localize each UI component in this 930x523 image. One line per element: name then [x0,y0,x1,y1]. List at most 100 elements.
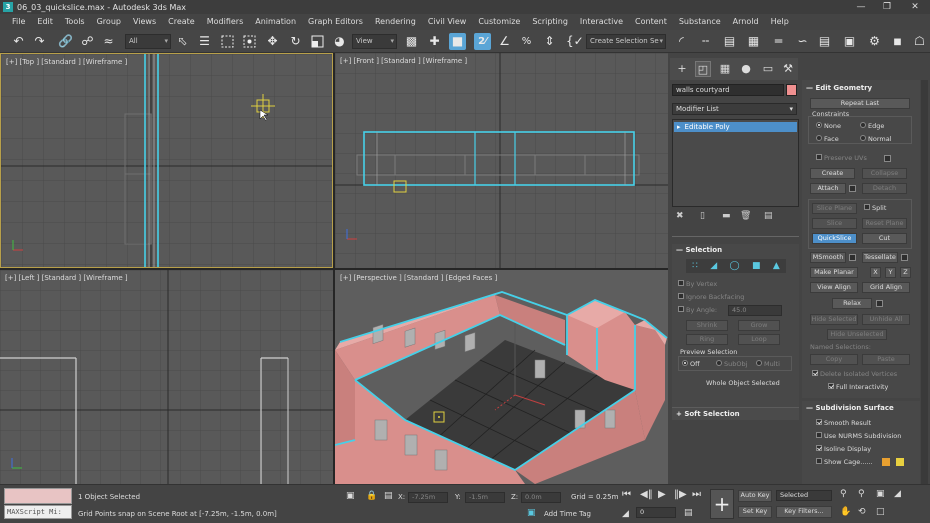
select-object-icon[interactable]: ⬁ [174,33,191,50]
key-set-dropdown[interactable]: Selected [776,490,832,501]
configure-sets-icon[interactable]: ▤ [764,211,773,221]
viewport-top[interactable]: [+] [Top ] [Standard ] [Wireframe ] [0,53,333,268]
border-level-icon[interactable]: ◯ [730,261,740,271]
attach-button[interactable]: Attach [810,183,846,194]
preserve-uvs-checkbox[interactable]: Preserve UVs [816,154,867,162]
curve-editor-icon[interactable]: ∽ [794,33,811,50]
planar-z-button[interactable]: Z [900,267,911,278]
pin-stack-icon[interactable]: ✖ [676,211,684,221]
placement-icon[interactable]: ◕ [331,33,348,50]
window-crossing-icon[interactable] [241,33,258,50]
menu-content[interactable]: Content [629,14,673,30]
by-vertex-checkbox[interactable]: By Vertex [678,280,717,288]
constraint-none-radio[interactable]: None [816,122,841,130]
time-tag-icon[interactable]: ▣ [527,508,536,518]
constraint-edge-radio[interactable]: Edge [860,122,884,130]
paste-button[interactable]: Paste [862,354,910,365]
maxscript-listener-pink[interactable] [4,488,72,504]
relax-button[interactable]: Relax [832,298,872,309]
keyboard-shortcut-override-icon[interactable]: ■ [449,33,466,50]
hierarchy-tab-icon[interactable]: ▦ [717,61,733,77]
reset-plane-button[interactable]: Reset Plane [862,218,907,229]
zoom-all-icon[interactable]: ⚲ [858,489,865,499]
show-end-result-icon[interactable]: ▯ [700,211,705,221]
preview-multi-radio[interactable]: Multi [756,360,780,368]
quickslice-button[interactable]: QuickSlice [812,233,857,244]
menu-graph-editors[interactable]: Graph Editors [302,14,369,30]
align-icon[interactable]: ╌ [697,33,714,50]
zoom-icon[interactable]: ⚲ [840,489,847,499]
planar-y-button[interactable]: Y [885,267,896,278]
named-selection-sets-dropdown[interactable]: Create Selection Se ▾ [586,34,666,49]
vertex-level-icon[interactable]: ∷ [692,261,698,271]
slice-plane-button[interactable]: Slice Plane [812,203,857,214]
pivot-center-icon[interactable]: ▩ [403,33,420,50]
mirror-icon[interactable]: ◜ [673,33,690,50]
preview-off-radio[interactable]: Off [682,360,700,368]
object-color-swatch[interactable] [786,84,797,96]
render-setup-icon[interactable]: ⚙ [866,33,883,50]
pan-icon[interactable]: ✋ [840,507,851,517]
edit-geometry-title[interactable]: — Edit Geometry [806,84,872,92]
display-tab-icon[interactable]: ▭ [760,61,776,77]
layer-explorer-icon[interactable]: ▤ [721,33,738,50]
key-mode-icon[interactable]: ◢ [622,509,629,519]
msmooth-button[interactable]: MSmooth [810,252,846,263]
menu-rendering[interactable]: Rendering [369,14,422,30]
undo-icon[interactable]: ↶ [10,33,27,50]
polygon-level-icon[interactable]: ■ [752,261,761,271]
full-interactivity-checkbox[interactable]: Full Interactivity [828,383,888,391]
utilities-tab-icon[interactable]: ⚒ [780,61,796,77]
maxscript-mini-listener[interactable]: MAXScript Mi: [4,505,72,519]
lock-selection-icon[interactable]: 🔒 [366,491,377,501]
menu-tools[interactable]: Tools [59,14,91,30]
ring-button[interactable]: Ring [686,334,728,345]
selection-rollout-title[interactable]: — Selection [676,246,722,254]
schematic-view-icon[interactable]: ▤ [816,33,833,50]
unlink-icon[interactable]: ☍ [79,33,96,50]
cage-color-1-swatch[interactable] [882,458,890,466]
auto-key-button[interactable]: Auto Key [738,490,772,502]
modifier-list-dropdown[interactable]: Modifier List ▾ [672,103,797,115]
tessellate-settings-icon[interactable] [901,254,908,261]
subdivision-surface-title[interactable]: — Subdivision Surface [806,404,894,412]
isolate-selection-icon[interactable]: ▣ [346,491,355,501]
edge-level-icon[interactable]: ◢ [710,261,717,271]
menu-animation[interactable]: Animation [249,14,302,30]
rect-selection-icon[interactable] [219,33,236,50]
modify-tab-icon[interactable]: ◰ [695,61,711,77]
key-filters-button[interactable]: Key Filters... [776,506,832,518]
loop-button[interactable]: Loop [738,334,780,345]
orbit-icon[interactable]: ⟲ [858,507,866,517]
menu-customize[interactable]: Customize [472,14,526,30]
snaps-toggle-icon[interactable]: 2⁄ [474,33,491,50]
planar-x-button[interactable]: X [870,267,881,278]
hide-unselected-button[interactable]: Hide Unselected [827,329,887,340]
percent-snap-icon[interactable]: % [518,33,535,50]
stack-item-editable-poly[interactable]: ▸ Editable Poly [674,122,797,132]
preview-subobj-radio[interactable]: SubObj [716,360,747,368]
spinner-snap-icon[interactable]: ⇕ [541,33,558,50]
soft-selection-rollout[interactable]: + Soft Selection [672,407,799,420]
use-nurms-checkbox[interactable]: Use NURMS Subdivision [816,432,901,440]
command-panel-scrollbar[interactable] [921,80,928,484]
relax-settings-icon[interactable] [876,300,883,307]
viewport-left[interactable]: [+] [Left ] [Standard ] [Wireframe ] [0,270,333,484]
shrink-button[interactable]: Shrink [686,320,728,331]
scene-explorer-icon[interactable]: ▦ [745,33,762,50]
menu-substance[interactable]: Substance [673,14,727,30]
reference-coord-dropdown[interactable]: View ▾ [352,34,397,49]
viewport-perspective-label[interactable]: [+] [Perspective ] [Standard ] [Edged Fa… [340,274,497,282]
zoom-extents-icon[interactable]: ▣ [876,489,885,499]
restore-icon[interactable]: ❐ [874,0,900,14]
create-button[interactable]: Create [810,168,855,179]
prev-frame-icon[interactable]: ◀‖ [640,489,653,500]
menu-civil-view[interactable]: Civil View [422,14,473,30]
grow-button[interactable]: Grow [738,320,780,331]
edit-named-selection-icon[interactable]: {✓ [566,33,583,50]
constraint-face-radio[interactable]: Face [816,135,839,143]
material-editor-icon[interactable]: ▣ [841,33,858,50]
next-frame-icon[interactable]: ‖▶ [674,489,687,500]
redo-icon[interactable]: ↷ [31,33,48,50]
link-icon[interactable]: 🔗 [57,33,74,50]
